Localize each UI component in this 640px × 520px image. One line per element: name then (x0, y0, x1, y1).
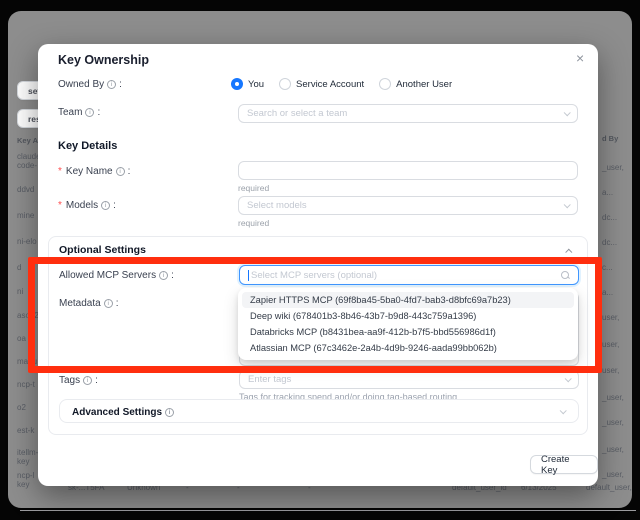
tags-label-text: Tags (59, 375, 80, 386)
tags-placeholder: Enter tags (248, 374, 291, 385)
info-icon (165, 408, 174, 417)
radio-unselected-icon (379, 78, 391, 90)
models-placeholder: Select models (247, 200, 307, 211)
models-select[interactable]: Select models (238, 196, 578, 215)
bg-table-fragment: dc... (602, 213, 617, 222)
advanced-settings-heading-text: Advanced Settings (72, 407, 162, 418)
bg-table-fragment: ddvd (17, 185, 34, 194)
key-name-label: * Key Name (58, 166, 130, 177)
bg-table-fragment: _user, (602, 163, 624, 172)
label-colon (113, 200, 116, 211)
bg-table-fragment: code- (17, 161, 37, 170)
bg-table-fragment: ncp-l (17, 471, 34, 480)
key-name-required-hint: required (238, 183, 269, 193)
bg-table-header-fragment: Key A (17, 136, 38, 145)
key-details-heading: Key Details (58, 140, 117, 152)
team-label-text: Team (58, 107, 82, 118)
bg-table-fragment: _user, (602, 445, 624, 454)
bg-table-fragment: user, (602, 340, 619, 349)
bg-table-fragment: d (17, 263, 21, 272)
screenshot-root: set F result Key A claude code- ddvd min… (0, 0, 640, 520)
radio-label: Service Account (296, 79, 364, 90)
owned-by-label: Owned By (58, 79, 122, 90)
models-label: * Models (58, 200, 116, 211)
bg-table-header-fragment: d By (602, 134, 618, 143)
info-icon (107, 80, 116, 89)
required-asterisk: * (58, 200, 62, 211)
info-icon (101, 201, 110, 210)
create-key-button[interactable]: Create Key (530, 455, 598, 474)
owned-by-radio-group: You Service Account Another User (231, 78, 452, 90)
models-label-text: Models (66, 200, 98, 211)
key-name-input[interactable] (238, 161, 578, 180)
models-required-hint: required (238, 218, 269, 228)
bg-table-fragment: key (17, 457, 29, 466)
chevron-down-icon (564, 201, 571, 208)
chevron-up-icon[interactable] (565, 249, 572, 256)
required-asterisk: * (58, 166, 62, 177)
chevron-down-icon (565, 375, 572, 382)
bg-table-fragment: oa (17, 334, 26, 343)
chevron-down-icon (564, 109, 571, 116)
bg-table-fragment: user, (602, 313, 619, 322)
team-placeholder: Search or select a team (247, 108, 347, 119)
advanced-settings-panel[interactable]: Advanced Settings (59, 399, 579, 423)
bg-table-fragment: ni (17, 287, 23, 296)
radio-service-account[interactable]: Service Account (279, 78, 364, 90)
label-colon (95, 375, 98, 386)
bg-table-fragment: ni-elo (17, 237, 37, 246)
bg-table-fragment: a... (602, 188, 613, 197)
bg-table-fragment: est-k (17, 426, 34, 435)
bg-table-fragment: user, (602, 366, 619, 375)
bg-table-fragment: _user, (602, 470, 624, 479)
bg-table-fragment: mine (17, 211, 34, 220)
label-colon (97, 107, 100, 118)
info-icon (85, 108, 94, 117)
bg-table-fragment: _user, (602, 393, 624, 402)
radio-unselected-icon (279, 78, 291, 90)
owned-by-label-text: Owned By (58, 79, 104, 90)
bg-table-fragment: o2 (17, 403, 26, 412)
team-label: Team (58, 107, 100, 118)
info-icon (116, 167, 125, 176)
bg-table-fragment: itellm- (17, 448, 38, 457)
key-name-label-text: Key Name (66, 166, 113, 177)
modal-title: Key Ownership (58, 53, 149, 67)
bg-table-fragment: _user, (602, 418, 624, 427)
bg-table-fragment: key (17, 480, 29, 489)
bg-table-fragment: a... (602, 288, 613, 297)
bg-table-divider (20, 510, 636, 511)
bg-table-fragment: c... (602, 263, 613, 272)
chevron-down-icon (560, 407, 567, 414)
bg-table-fragment: dc... (602, 238, 617, 247)
radio-another-user[interactable]: Another User (379, 78, 452, 90)
advanced-settings-heading: Advanced Settings (72, 407, 174, 418)
info-icon (83, 376, 92, 385)
annotation-rectangle (28, 257, 602, 373)
close-icon[interactable]: × (576, 51, 584, 65)
radio-you[interactable]: You (231, 78, 264, 90)
optional-settings-heading[interactable]: Optional Settings (59, 244, 146, 256)
tags-label: Tags (59, 375, 98, 386)
label-colon (128, 166, 131, 177)
team-select[interactable]: Search or select a team (238, 104, 578, 123)
label-colon (119, 79, 122, 90)
bg-table-fragment: ncp-t (17, 380, 35, 389)
radio-selected-icon (231, 78, 243, 90)
radio-label: Another User (396, 79, 452, 90)
radio-label: You (248, 79, 264, 90)
